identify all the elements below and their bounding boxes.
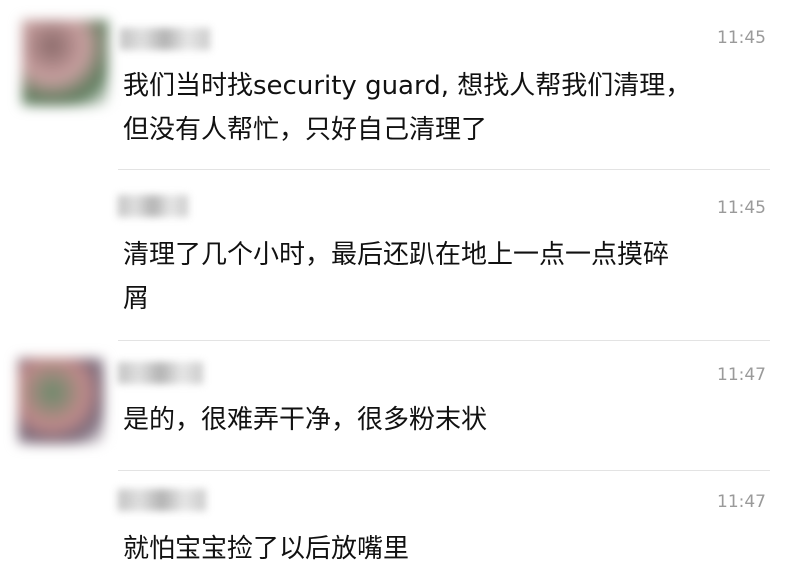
message-time: 11:45 (717, 198, 766, 218)
divider (118, 470, 770, 471)
avatar[interactable] (18, 358, 104, 444)
sender-name-blurred (118, 362, 203, 384)
sender-name-blurred (120, 28, 210, 50)
message-text: 我们当时找security guard, 想找人帮我们清理， 但没有人帮忙，只好… (123, 71, 692, 145)
sender-name-blurred (118, 489, 206, 511)
divider (118, 169, 770, 170)
avatar[interactable] (22, 20, 108, 106)
message-text: 清理了几个小时，最后还趴在地上一点一点摸碎 屑 (123, 240, 670, 314)
message-time: 11:47 (717, 365, 766, 385)
message-time: 11:47 (717, 492, 766, 512)
message-text: 就怕宝宝捡了以后放嘴里 (123, 534, 410, 564)
divider (118, 340, 770, 341)
message-text: 是的，很难弄干净，很多粉末状 (123, 405, 488, 435)
message-time: 11:45 (717, 28, 766, 48)
sender-name-blurred (118, 195, 188, 217)
chat-screenshot: { "messages": [ { "time": "11:45", "text… (0, 0, 800, 588)
